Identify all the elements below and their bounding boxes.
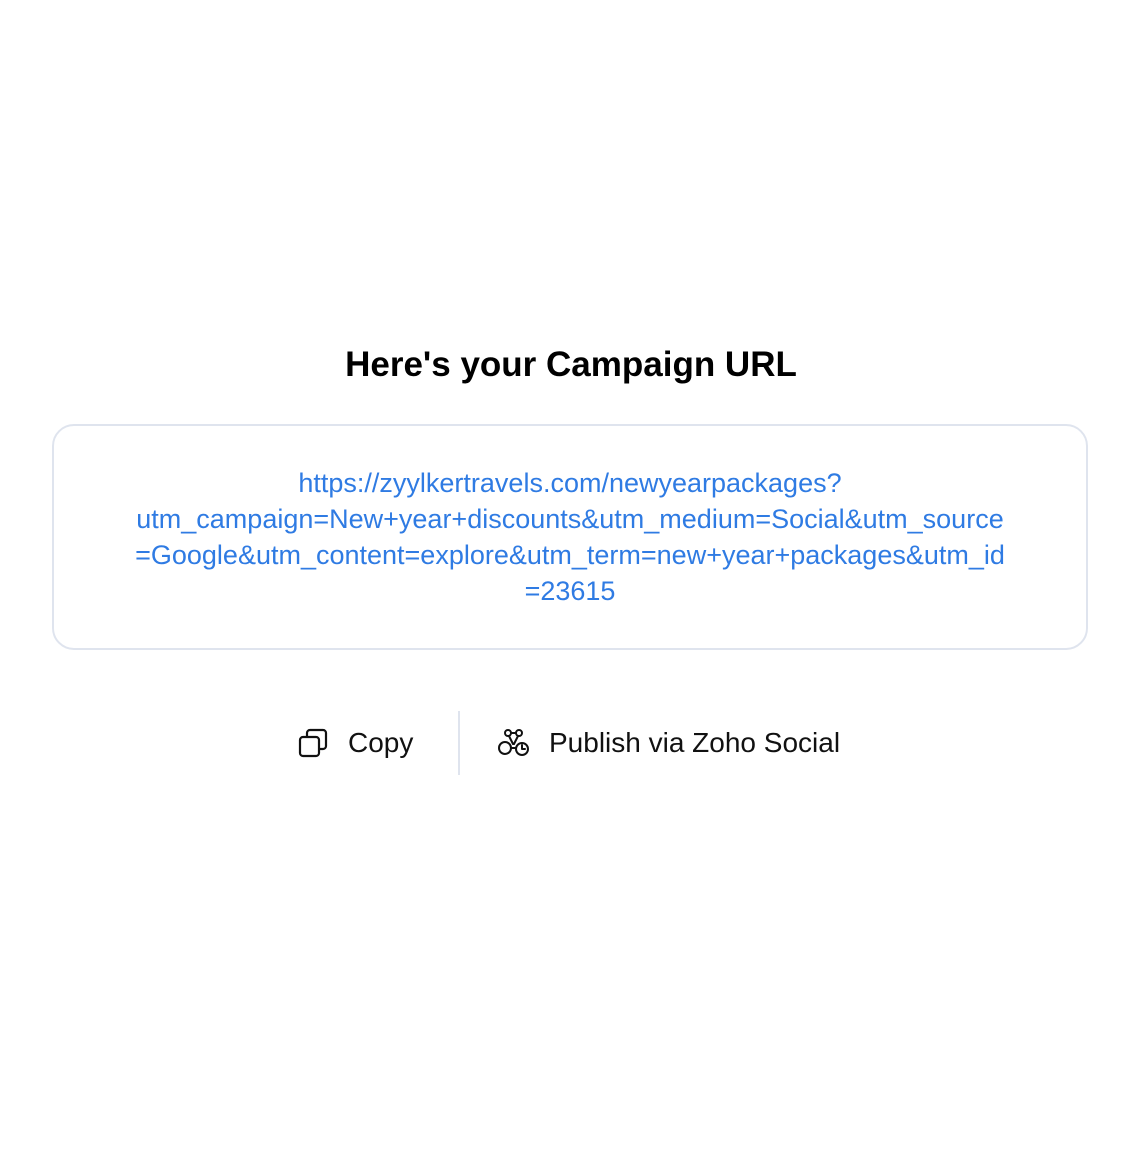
publish-zoho-social-button[interactable]: Publish via Zoho Social [497,711,840,775]
campaign-url-box[interactable]: https://zyylkertravels.com/newyearpackag… [52,424,1088,650]
copy-icon [296,726,330,760]
campaign-url-line: =23615 [524,576,616,606]
action-divider [458,711,460,775]
copy-label: Copy [348,727,414,758]
action-bar: Copy Publish via Zoho Social [0,711,1138,775]
campaign-url-line: =Google&utm_content=explore&utm_term=new… [135,540,1005,570]
publish-label: Publish via Zoho Social [549,727,841,758]
zoho-social-icon [497,726,531,760]
page-title: Here's your Campaign URL [345,345,797,384]
campaign-url-text[interactable]: https://zyylkertravels.com/newyearpackag… [135,465,1005,609]
copy-button[interactable]: Copy [296,711,413,775]
campaign-url-line: https://zyylkertravels.com/newyearpackag… [298,468,842,498]
campaign-url-line: utm_campaign=New+year+discounts&utm_medi… [136,504,1004,534]
